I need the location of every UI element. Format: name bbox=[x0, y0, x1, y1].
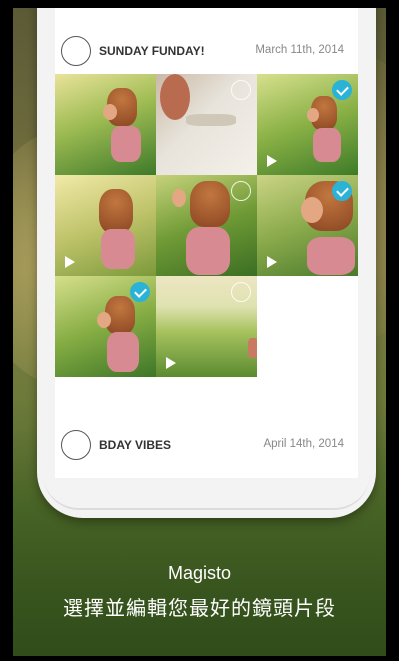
phone-mockup: SUNDAY FUNDAY! March 11th, 2014 BDAY VIB… bbox=[37, 8, 376, 518]
clip-tile[interactable] bbox=[257, 74, 358, 175]
moment-select-circle[interactable] bbox=[61, 430, 91, 460]
video-play-icon bbox=[166, 357, 176, 369]
video-play-icon bbox=[267, 155, 277, 167]
video-play-icon bbox=[267, 256, 277, 268]
moment-title: SUNDAY FUNDAY! bbox=[99, 44, 205, 58]
moment-select-circle[interactable] bbox=[61, 36, 91, 66]
blurred-background: SUNDAY FUNDAY! March 11th, 2014 BDAY VIB… bbox=[13, 8, 386, 656]
clip-tile[interactable] bbox=[257, 175, 358, 276]
selected-check-icon[interactable] bbox=[130, 282, 150, 302]
clip-tile[interactable] bbox=[156, 175, 257, 276]
clip-tile[interactable] bbox=[55, 175, 156, 276]
moment-header: SUNDAY FUNDAY! March 11th, 2014 bbox=[55, 28, 358, 74]
app-screen: SUNDAY FUNDAY! March 11th, 2014 BDAY VIB… bbox=[55, 8, 358, 478]
moment-date: March 11th, 2014 bbox=[255, 44, 344, 56]
moment-date: April 14th, 2014 bbox=[263, 438, 344, 450]
screenshot-frame: SUNDAY FUNDAY! March 11th, 2014 BDAY VIB… bbox=[0, 0, 399, 661]
moment-header: BDAY VIBES April 14th, 2014 bbox=[55, 426, 358, 466]
video-play-icon bbox=[65, 256, 75, 268]
clip-tile[interactable] bbox=[156, 276, 257, 377]
selected-check-icon[interactable] bbox=[332, 80, 352, 100]
clip-tile[interactable] bbox=[55, 276, 156, 377]
clip-tile[interactable] bbox=[55, 74, 156, 175]
app-name-caption: Magisto bbox=[167, 563, 232, 583]
selected-check-icon[interactable] bbox=[332, 181, 352, 201]
clip-tile[interactable] bbox=[156, 74, 257, 175]
moment-title: BDAY VIBES bbox=[99, 438, 172, 452]
feature-caption: 選擇並編輯您最好的鏡頭片段 bbox=[63, 598, 336, 620]
